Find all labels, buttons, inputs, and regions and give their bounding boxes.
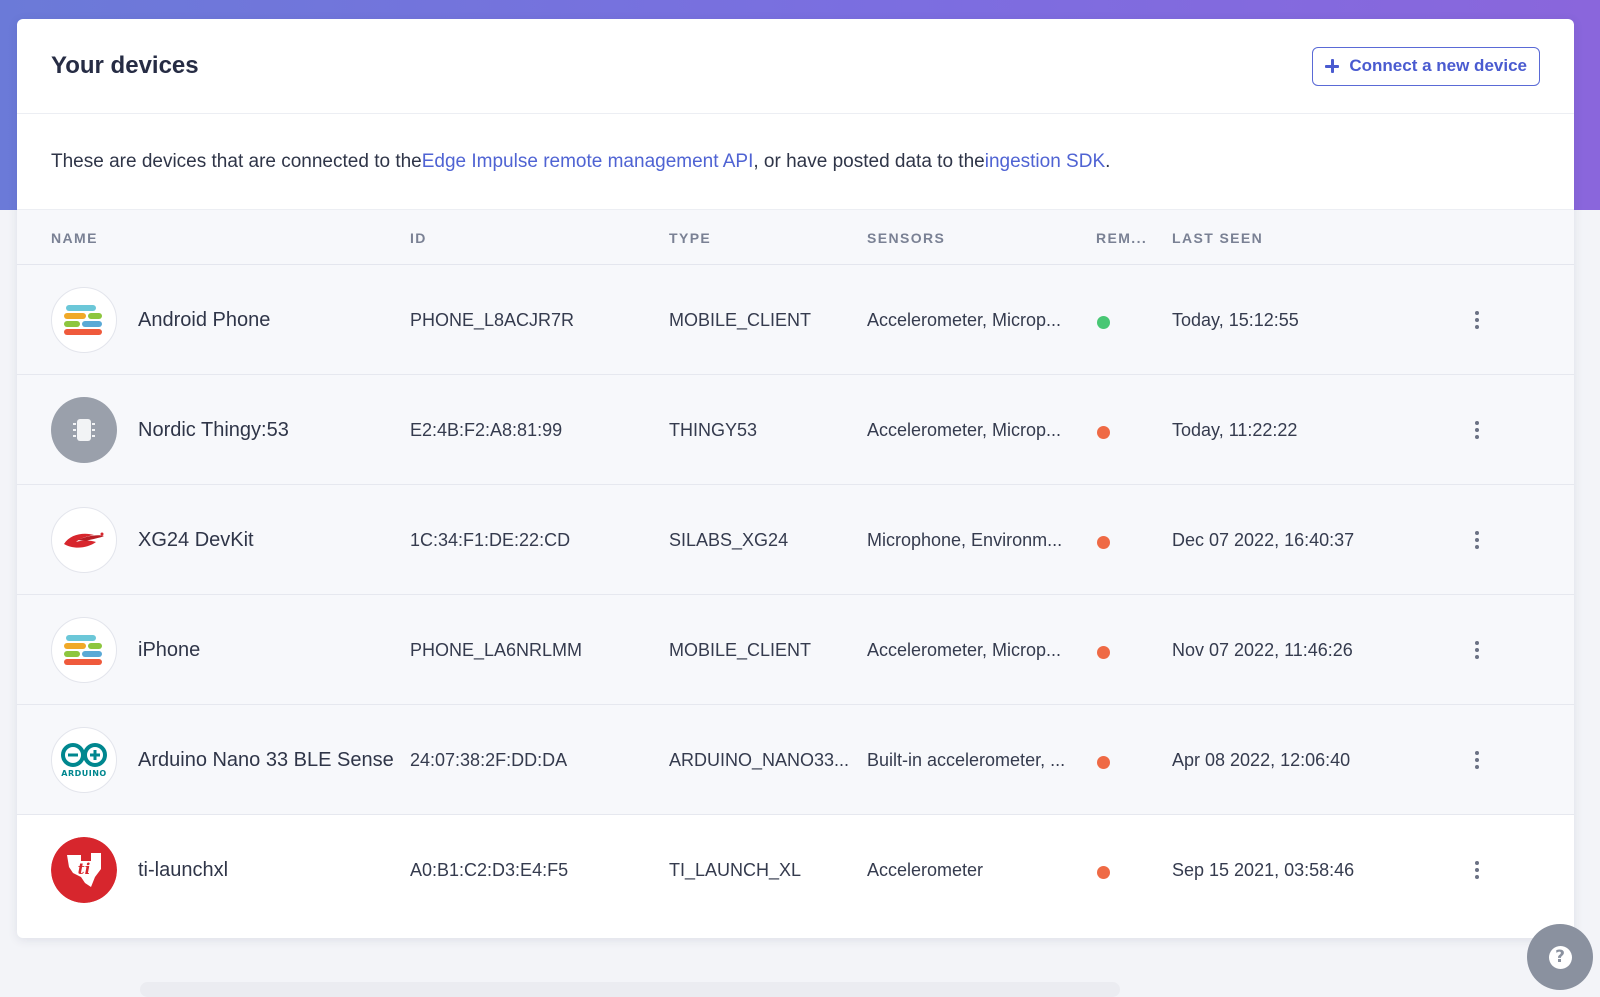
more-vertical-icon	[1475, 421, 1479, 439]
remote-status	[1097, 815, 1110, 925]
device-id: PHONE_L8ACJR7R	[410, 309, 575, 330]
more-vertical-icon	[1475, 751, 1479, 769]
remote-status	[1097, 705, 1110, 815]
device-name: Nordic Thingy:53	[138, 418, 289, 441]
device-name: iPhone	[138, 638, 201, 661]
row-menu-button[interactable]	[1469, 375, 1485, 485]
connect-device-button[interactable]: Connect a new device	[1312, 46, 1540, 86]
remote-status	[1097, 265, 1110, 375]
devices-card: Your devices Connect a new device These …	[17, 19, 1574, 938]
remote-management-api-link[interactable]: Edge Impulse remote management API	[422, 151, 754, 173]
device-id: PHONE_LA6NRLMM	[410, 639, 583, 660]
row-menu-button[interactable]	[1469, 815, 1485, 925]
texas-instruments-logo-icon: ti	[51, 837, 117, 903]
row-menu-button[interactable]	[1469, 485, 1485, 595]
device-last-seen: Today, 11:22:22	[1172, 419, 1298, 440]
device-sensors: Accelerometer, Microp...	[867, 419, 1062, 440]
device-name: Android Phone	[138, 308, 271, 331]
status-dot	[1097, 425, 1110, 439]
remote-status	[1097, 485, 1110, 595]
page-title: Your devices	[51, 52, 199, 79]
device-type: TI_LAUNCH_XL	[669, 859, 802, 880]
device-sensors: Accelerometer, Microp...	[867, 639, 1062, 660]
more-vertical-icon	[1475, 861, 1479, 879]
device-sensors: Built-in accelerometer, ...	[867, 749, 1066, 770]
intro-text-after: .	[1105, 150, 1111, 172]
intro-text-before: These are devices that are connected to …	[51, 150, 422, 172]
status-dot	[1097, 865, 1110, 879]
edge-impulse-logo-icon	[51, 287, 117, 353]
intro-text: These are devices that are connected to …	[17, 114, 1574, 209]
table-row-5[interactable]: ARDUINO Arduino Nano 33 BLE Sense 24:07:…	[17, 705, 1574, 815]
device-last-seen: Nov 07 2022, 11:46:26	[1172, 639, 1353, 660]
svg-text:ti: ti	[78, 860, 91, 878]
status-dot	[1097, 315, 1110, 329]
device-name: ti-launchxl	[138, 858, 229, 881]
more-vertical-icon	[1475, 311, 1479, 329]
column-header-type[interactable]: TYPE	[669, 210, 711, 266]
table-row-6[interactable]: ti ti-launchxl A0:B1:C2:D3:E4:F5 TI_LAUN…	[17, 815, 1574, 925]
card-header: Your devices Connect a new device	[17, 19, 1574, 114]
more-vertical-icon	[1475, 531, 1479, 549]
device-type: MOBILE_CLIENT	[669, 639, 812, 660]
device-type: THINGY53	[669, 419, 758, 440]
status-dot	[1097, 645, 1110, 659]
question-icon: ?	[1548, 945, 1572, 969]
arduino-logo-icon: ARDUINO	[51, 727, 117, 793]
status-dot	[1097, 535, 1110, 549]
device-type: MOBILE_CLIENT	[669, 309, 812, 330]
table-row-1[interactable]: Android Phone PHONE_L8ACJR7R MOBILE_CLIE…	[17, 265, 1574, 375]
device-list: Android Phone PHONE_L8ACJR7R MOBILE_CLIE…	[17, 265, 1574, 925]
status-dot	[1097, 755, 1110, 769]
device-type: SILABS_XG24	[669, 529, 789, 550]
device-sensors: Microphone, Environm...	[867, 529, 1063, 550]
device-id: 1C:34:F1:DE:22:CD	[410, 529, 571, 550]
device-type: ARDUINO_NANO33...	[669, 749, 850, 770]
row-menu-button[interactable]	[1469, 705, 1485, 815]
row-menu-button[interactable]	[1469, 595, 1485, 705]
device-last-seen: Dec 07 2022, 16:40:37	[1172, 529, 1355, 550]
plus-icon	[1325, 59, 1340, 73]
intro-text-middle: , or have posted data to the	[753, 150, 985, 172]
page-footer-shadow	[140, 982, 1120, 997]
table-row-4[interactable]: iPhone PHONE_LA6NRLMM MOBILE_CLIENT Acce…	[17, 595, 1574, 705]
ingestion-sdk-link[interactable]: ingestion SDK	[985, 151, 1105, 173]
device-id: 24:07:38:2F:DD:DA	[410, 749, 568, 770]
table-row-3[interactable]: XG24 DevKit 1C:34:F1:DE:22:CD SILABS_XG2…	[17, 485, 1574, 595]
table-row-2[interactable]: Nordic Thingy:53 E2:4B:F2:A8:81:99 THING…	[17, 375, 1574, 485]
device-id: E2:4B:F2:A8:81:99	[410, 419, 563, 440]
connect-device-label: Connect a new device	[1349, 56, 1527, 75]
device-last-seen: Sep 15 2021, 03:58:46	[1172, 859, 1355, 880]
table-header: NAME ID TYPE SENSORS REM... LAST SEEN	[17, 209, 1574, 265]
row-menu-button[interactable]	[1469, 265, 1485, 375]
column-header-sensors[interactable]: SENSORS	[867, 210, 945, 266]
edge-impulse-logo-icon	[51, 617, 117, 683]
device-id: A0:B1:C2:D3:E4:F5	[410, 859, 569, 880]
help-button[interactable]: ?	[1527, 924, 1593, 990]
device-sensors: Accelerometer, Microp...	[867, 309, 1062, 330]
device-sensors: Accelerometer	[867, 859, 984, 880]
remote-status	[1097, 595, 1110, 705]
remote-status	[1097, 375, 1110, 485]
more-vertical-icon	[1475, 641, 1479, 659]
device-name: XG24 DevKit	[138, 528, 254, 551]
column-header-last-seen[interactable]: LAST SEEN	[1172, 210, 1263, 266]
column-header-name[interactable]: NAME	[51, 210, 98, 266]
column-header-id[interactable]: ID	[410, 210, 427, 266]
device-last-seen: Today, 15:12:55	[1172, 309, 1299, 330]
column-header-remote[interactable]: REM...	[1096, 210, 1147, 266]
silabs-logo-icon	[51, 507, 117, 573]
device-name: Arduino Nano 33 BLE Sense	[138, 748, 394, 771]
device-last-seen: Apr 08 2022, 12:06:40	[1172, 749, 1351, 770]
chip-icon	[51, 397, 117, 463]
